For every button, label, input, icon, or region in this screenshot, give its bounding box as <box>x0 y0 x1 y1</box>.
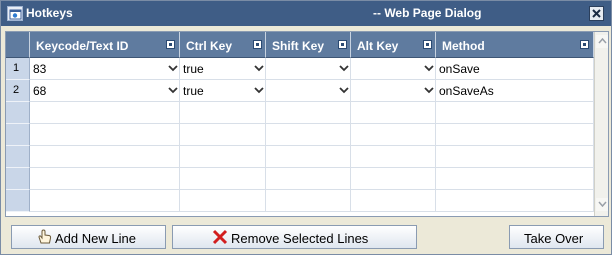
empty-cell <box>180 102 266 124</box>
red-x-icon <box>212 229 228 245</box>
column-menu-icon[interactable] <box>580 40 589 49</box>
column-header-shift[interactable]: Shift Key <box>266 32 351 58</box>
ctrl-cell[interactable]: true <box>180 58 266 80</box>
chevron-down-icon[interactable] <box>424 86 434 95</box>
row-header-empty <box>6 190 30 212</box>
keycode-cell[interactable]: 68 <box>30 80 180 102</box>
column-menu-icon[interactable] <box>166 40 175 49</box>
chevron-down-icon[interactable] <box>424 64 434 73</box>
empty-cell <box>180 190 266 212</box>
close-button[interactable] <box>589 6 604 21</box>
app-icon <box>7 6 23 21</box>
empty-cell <box>30 190 180 212</box>
vertical-scrollbar[interactable] <box>594 32 608 216</box>
row-header-empty <box>6 124 30 146</box>
chevron-down-icon[interactable] <box>168 86 178 95</box>
empty-cell <box>30 124 180 146</box>
column-menu-icon[interactable] <box>253 40 262 49</box>
row-header-empty <box>6 146 30 168</box>
chevron-down-icon[interactable] <box>254 64 264 73</box>
chevron-down-icon[interactable] <box>339 86 349 95</box>
empty-cell <box>351 190 436 212</box>
method-cell[interactable]: onSaveAs <box>436 80 594 102</box>
scroll-up-button[interactable] <box>596 35 608 48</box>
empty-cell <box>436 168 594 190</box>
chevron-down-icon[interactable] <box>168 64 178 73</box>
ctrl-cell[interactable]: true <box>180 80 266 102</box>
grid-corner <box>6 32 30 58</box>
hand-pointer-icon <box>38 229 52 244</box>
arrow-down-icon <box>598 201 607 207</box>
empty-cell <box>30 102 180 124</box>
empty-cell <box>266 190 351 212</box>
empty-cell <box>266 168 351 190</box>
window-title: Hotkeys <box>26 6 73 20</box>
window-subtitle: -- Web Page Dialog <box>373 6 482 20</box>
column-menu-icon[interactable] <box>338 40 347 49</box>
row-header-empty <box>6 102 30 124</box>
row-header[interactable]: 1 <box>6 58 30 80</box>
column-header-alt[interactable]: Alt Key <box>351 32 436 58</box>
empty-cell <box>351 124 436 146</box>
empty-cell <box>266 146 351 168</box>
column-label: Alt Key <box>357 39 399 53</box>
take-over-button[interactable]: Take Over <box>509 225 604 249</box>
method-cell[interactable]: onSave <box>436 58 594 80</box>
empty-cell <box>436 190 594 212</box>
empty-cell <box>180 168 266 190</box>
scroll-down-button[interactable] <box>596 198 608 211</box>
empty-cell <box>266 124 351 146</box>
empty-cell <box>180 146 266 168</box>
chevron-down-icon[interactable] <box>339 64 349 73</box>
row-header-empty <box>6 168 30 190</box>
column-header-ctrl[interactable]: Ctrl Key <box>180 32 266 58</box>
hotkeys-grid: Keycode/Text ID Ctrl Key Shift Key Alt K… <box>5 31 609 217</box>
arrow-up-icon <box>598 38 607 44</box>
empty-cell <box>436 146 594 168</box>
shift-cell[interactable] <box>266 80 351 102</box>
alt-cell[interactable] <box>351 58 436 80</box>
column-menu-icon[interactable] <box>423 40 432 49</box>
chevron-down-icon[interactable] <box>254 86 264 95</box>
alt-cell[interactable] <box>351 80 436 102</box>
column-label: Method <box>442 39 485 53</box>
empty-cell <box>351 146 436 168</box>
row-header[interactable]: 2 <box>6 80 30 102</box>
title-bar: Hotkeys -- Web Page Dialog <box>1 1 611 26</box>
column-header-keycode[interactable]: Keycode/Text ID <box>30 32 180 58</box>
empty-cell <box>351 168 436 190</box>
remove-selected-lines-button[interactable]: Remove Selected Lines <box>172 225 417 249</box>
empty-cell <box>180 124 266 146</box>
empty-cell <box>30 146 180 168</box>
empty-cell <box>436 102 594 124</box>
shift-cell[interactable] <box>266 58 351 80</box>
empty-cell <box>351 102 436 124</box>
keycode-cell[interactable]: 83 <box>30 58 180 80</box>
empty-cell <box>266 102 351 124</box>
empty-cell <box>30 168 180 190</box>
add-new-line-button[interactable]: Add New Line <box>11 225 166 249</box>
column-label: Ctrl Key <box>186 39 233 53</box>
empty-cell <box>436 124 594 146</box>
column-label: Shift Key <box>272 39 325 53</box>
dialog-window: Hotkeys -- Web Page Dialog Keycode/Text … <box>0 0 612 255</box>
column-label: Keycode/Text ID <box>36 39 129 53</box>
close-icon <box>592 9 601 18</box>
column-header-method[interactable]: Method <box>436 32 594 58</box>
